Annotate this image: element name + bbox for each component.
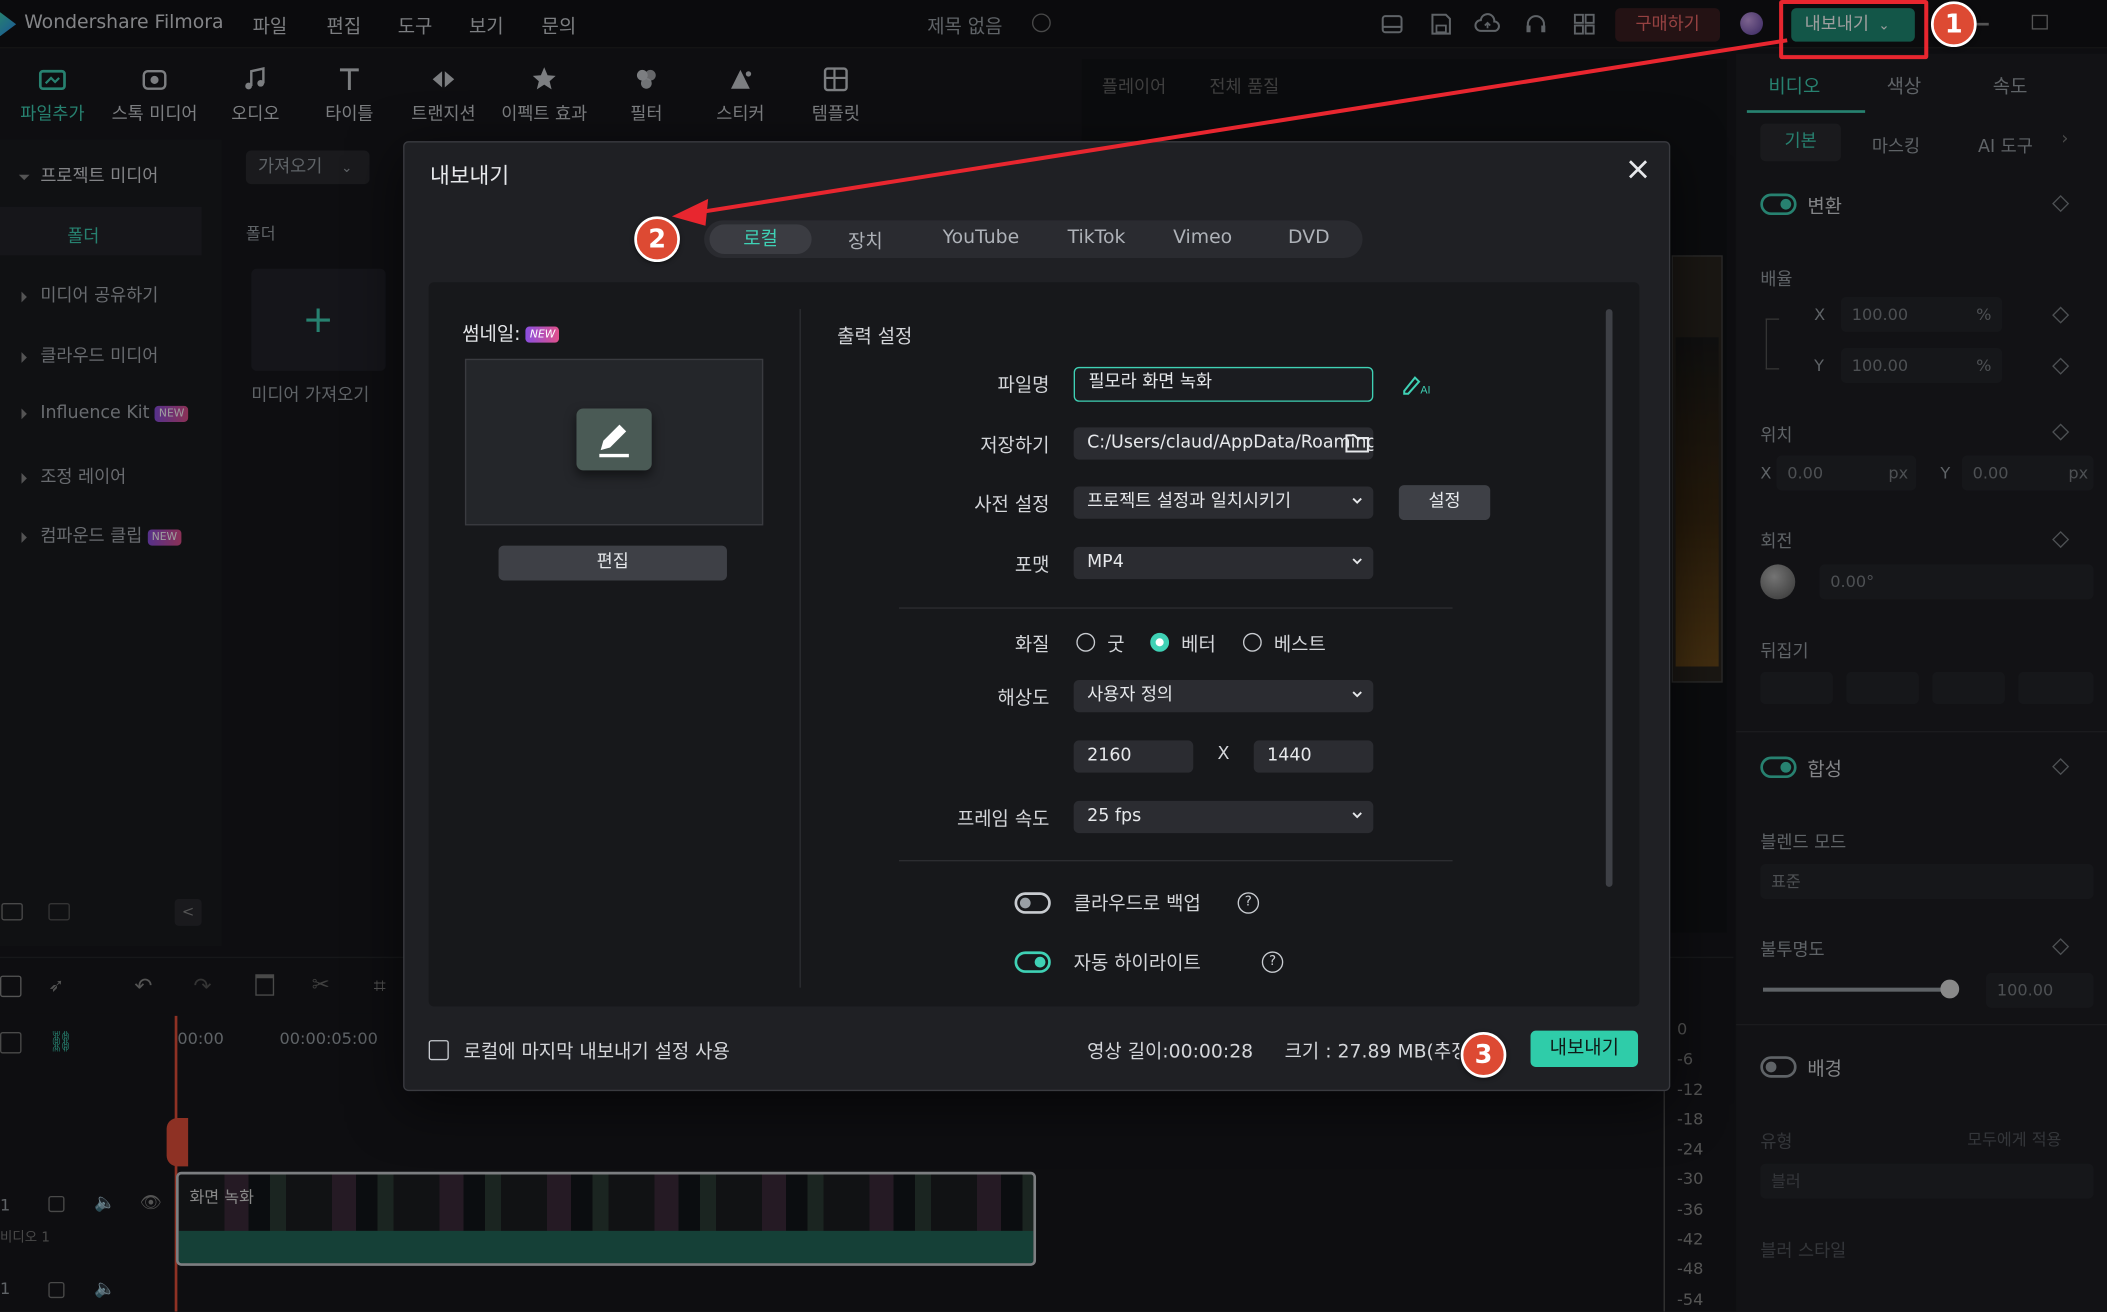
step-badge-3: 3 bbox=[1460, 1032, 1507, 1078]
step-badge-1: 1 bbox=[1930, 1, 1977, 48]
step-badge-2: 2 bbox=[634, 216, 680, 263]
annotation-arrow bbox=[671, 38, 1788, 226]
